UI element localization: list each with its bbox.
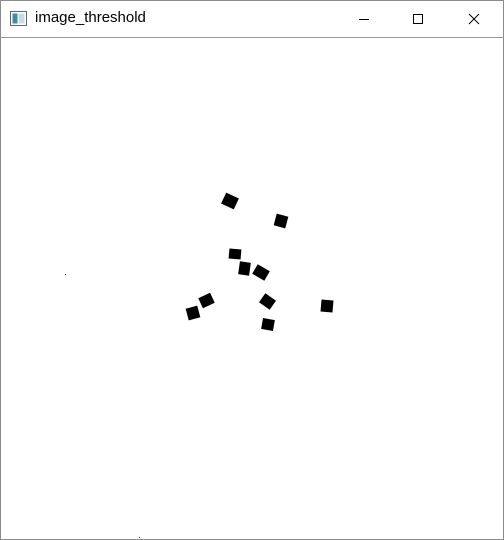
blob (228, 248, 242, 260)
blob (198, 292, 215, 309)
app-window-icon (10, 11, 27, 26)
blob (320, 299, 334, 313)
noise-speck (139, 537, 140, 538)
app-window: image_threshold (0, 0, 504, 540)
blob (261, 318, 275, 331)
close-icon (468, 13, 480, 25)
maximize-button[interactable] (395, 1, 441, 37)
maximize-icon (413, 14, 423, 24)
blob (238, 261, 251, 276)
blob (185, 305, 201, 321)
close-button[interactable] (451, 1, 497, 37)
minimize-icon (359, 19, 369, 20)
blob (252, 264, 270, 281)
blob (273, 213, 289, 229)
minimize-button[interactable] (341, 1, 387, 37)
title-bar[interactable]: image_threshold (1, 1, 503, 38)
window-title: image_threshold (35, 9, 146, 26)
blob (259, 293, 276, 310)
noise-speck (65, 274, 66, 275)
threshold-image-canvas (1, 38, 503, 539)
blob (221, 192, 239, 210)
